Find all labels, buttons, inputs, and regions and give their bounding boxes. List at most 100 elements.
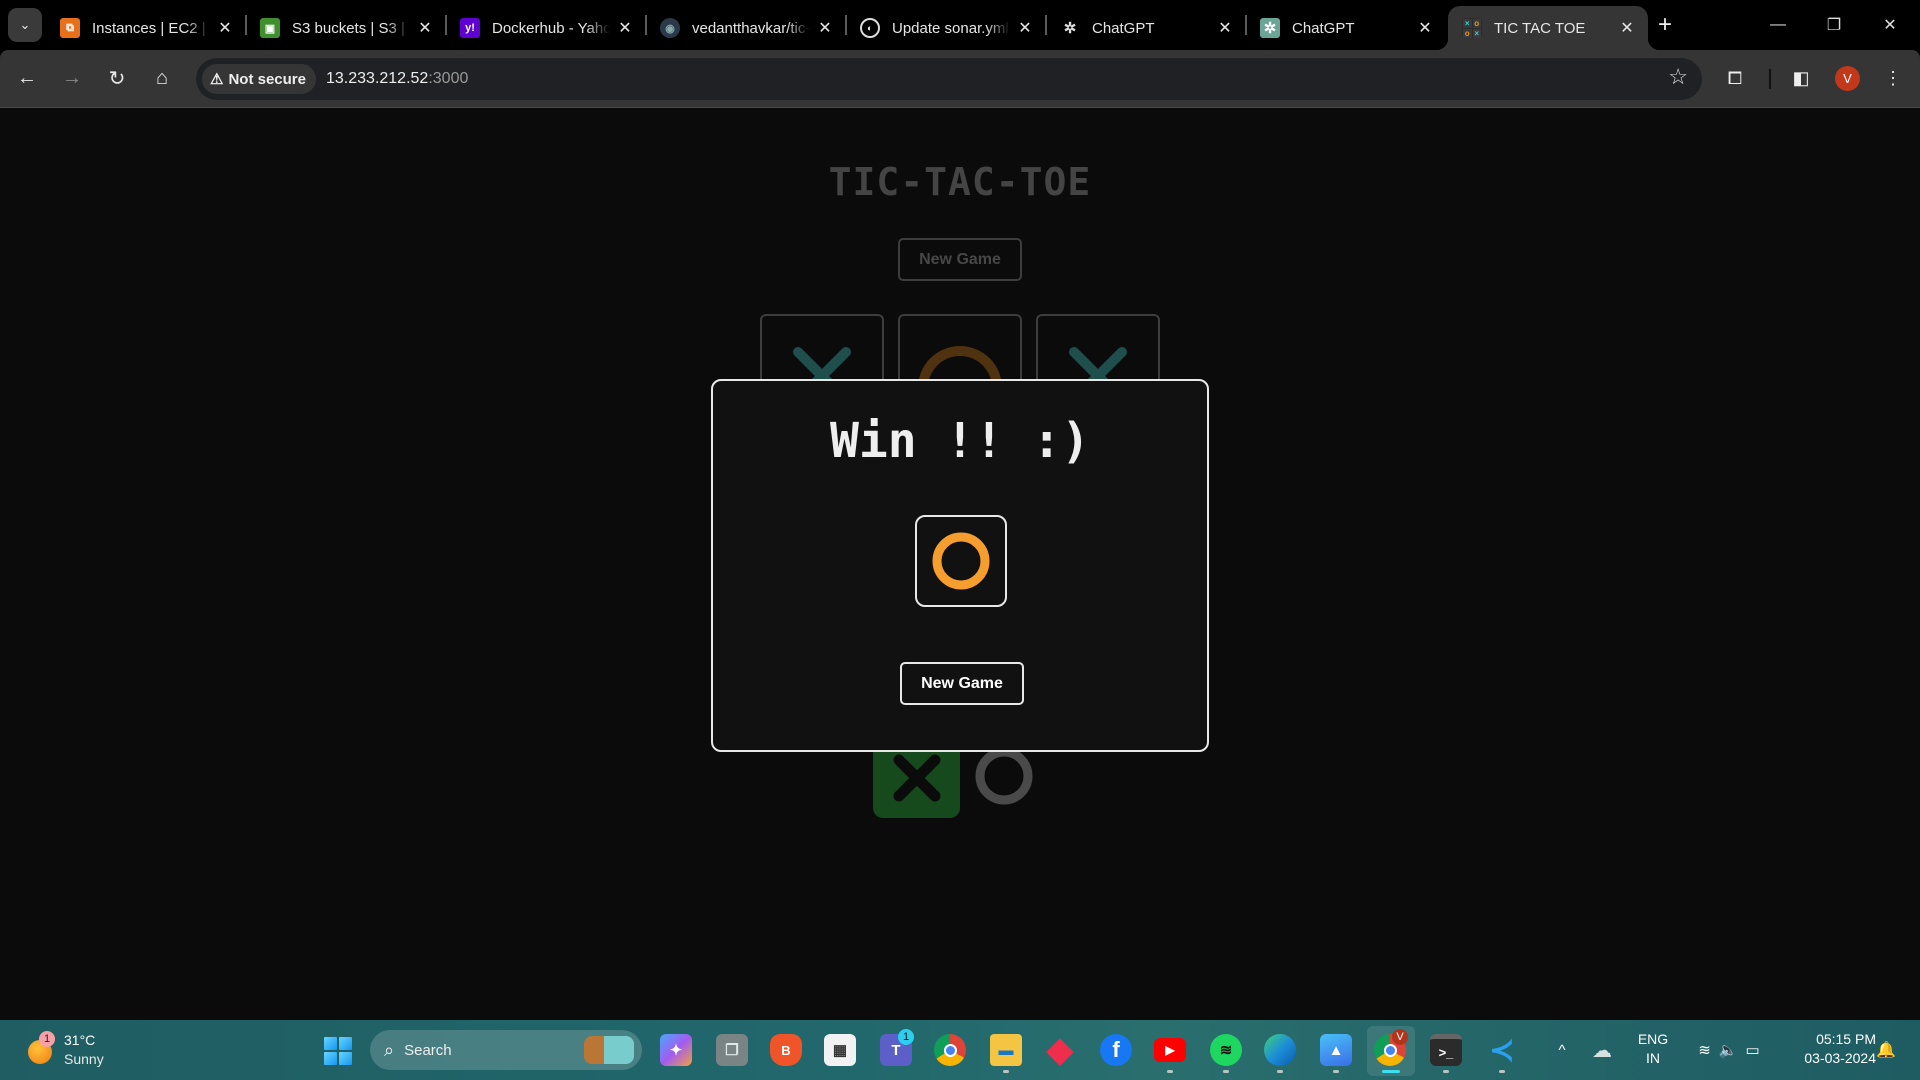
windows-logo-icon <box>324 1037 337 1050</box>
running-indicator <box>1223 1070 1229 1073</box>
close-icon[interactable]: ✕ <box>1618 18 1636 38</box>
bookmark-star-icon[interactable]: ☆ <box>1668 64 1688 90</box>
taskbar-app-chrome[interactable] <box>934 1034 966 1066</box>
running-indicator <box>1443 1070 1449 1073</box>
close-icon[interactable]: ✕ <box>1416 18 1434 38</box>
taskbar-app-anydesk[interactable]: ◆ <box>1044 1031 1076 1069</box>
close-window-button[interactable]: ✕ <box>1862 0 1918 50</box>
tab-tic-tac-toe[interactable]: × o o × TIC TAC TOE ✕ <box>1436 6 1660 50</box>
chrome-icon <box>1383 1043 1397 1057</box>
arrow-left-icon: ← <box>17 66 37 89</box>
close-icon[interactable]: ✕ <box>1216 18 1234 38</box>
taskbar-app-file-explorer[interactable]: ▬ <box>990 1034 1022 1066</box>
taskbar-app-copilot[interactable]: ✦ <box>660 1034 692 1066</box>
tab-chatgpt-2[interactable]: ✲ ChatGPT ✕ <box>1246 6 1446 50</box>
chatgpt-icon: ✲ <box>1060 18 1080 38</box>
running-indicator <box>1333 1070 1339 1073</box>
language-indicator[interactable]: ENG IN <box>1633 1030 1673 1068</box>
turn-indicator-o <box>972 747 1036 817</box>
quick-settings-button[interactable]: ≋ 🔈 ▭ <box>1684 1020 1774 1080</box>
tab-ec2-instances[interactable]: ⧉ Instances | EC2 | ap-south-1 ✕ <box>46 6 246 50</box>
profile-badge: V <box>1392 1029 1408 1045</box>
store-icon: ▦ <box>832 1042 848 1059</box>
taskbar-app-brave[interactable]: B <box>770 1034 802 1066</box>
taskbar-app-task-view[interactable]: ❐ <box>716 1034 748 1066</box>
tab-title: ChatGPT <box>1292 19 1355 37</box>
tab-title: Dockerhub - Yahoo Search <box>492 19 610 37</box>
notification-badge: 1 <box>898 1029 914 1045</box>
weather-badge: 1 <box>39 1031 55 1047</box>
new-tab-button[interactable]: + <box>1650 10 1680 40</box>
home-button[interactable]: ⌂ <box>145 61 179 95</box>
chevron-up-icon: ^ <box>1558 1041 1566 1059</box>
new-game-button-background[interactable]: New Game <box>898 238 1022 281</box>
close-icon[interactable]: ✕ <box>216 18 234 38</box>
facebook-icon: f <box>1112 1037 1120 1062</box>
tictactoe-icon: × o o × <box>1462 18 1482 38</box>
close-icon[interactable]: ✕ <box>416 18 434 38</box>
taskbar-app-youtube[interactable]: ▶ <box>1154 1038 1186 1062</box>
taskbar-app-spotify[interactable]: ≋ <box>1210 1034 1242 1066</box>
task-view-icon: ❐ <box>725 1042 739 1059</box>
show-hidden-icons-button[interactable]: ^ <box>1550 1020 1574 1080</box>
forward-button[interactable]: → <box>55 61 89 95</box>
taskbar-app-edge[interactable] <box>1264 1034 1296 1066</box>
new-game-button[interactable]: New Game <box>900 662 1024 705</box>
github-icon: ◐ <box>860 18 880 38</box>
taskbar-app-store[interactable]: ▦ <box>824 1034 856 1066</box>
close-icon[interactable]: ✕ <box>1016 18 1034 38</box>
extensions-button[interactable]: ⧠ <box>1720 63 1750 93</box>
reload-button[interactable]: ↻ <box>100 61 134 95</box>
docker-icon: ◉ <box>660 18 680 38</box>
profile-avatar[interactable]: V <box>1835 66 1860 91</box>
yahoo-icon: y! <box>460 18 480 38</box>
chatgpt-icon: ✲ <box>1260 18 1280 38</box>
address-bar[interactable]: ⚠ Not secure 13.233.212.52:3000 ☆ <box>196 58 1702 100</box>
tab-title: Instances | EC2 | ap-south-1 <box>92 19 210 37</box>
turn-indicator-x <box>873 752 960 818</box>
start-button[interactable] <box>324 1037 352 1065</box>
game-title: TIC-TAC-TOE <box>828 160 1092 204</box>
tab-docker-repo[interactable]: ◉ vedantthavkar/tic-tac-toe ✕ <box>646 6 846 50</box>
terminal-icon: >_ <box>1438 1045 1454 1060</box>
browser-menu-button[interactable]: ⋮ <box>1878 63 1908 93</box>
running-indicator <box>1277 1070 1283 1073</box>
weather-condition: Sunny <box>64 1051 104 1067</box>
running-indicator <box>1167 1070 1173 1073</box>
kebab-menu-icon: ⋮ <box>1884 67 1902 88</box>
taskbar-app-facebook[interactable]: f <box>1100 1034 1132 1066</box>
wifi-icon: ≋ <box>1698 1042 1711 1059</box>
tab-dockerhub-yahoo[interactable]: y! Dockerhub - Yahoo Search ✕ <box>446 6 646 50</box>
close-icon[interactable]: ✕ <box>616 18 634 38</box>
running-indicator <box>1499 1070 1505 1073</box>
aws-s3-icon: ▣ <box>260 18 280 38</box>
close-icon[interactable]: ✕ <box>816 18 834 38</box>
taskbar-app-photos[interactable]: ▲ <box>1320 1034 1352 1066</box>
taskbar-app-terminal[interactable]: >_ <box>1430 1034 1462 1066</box>
clock-time: 05:15 PM <box>1816 1031 1876 1047</box>
tab-github-sonar[interactable]: ◐ Update sonar.yml ✕ <box>846 6 1046 50</box>
onedrive-button[interactable]: ☁ <box>1588 1020 1616 1080</box>
minimize-button[interactable]: — <box>1750 0 1806 50</box>
notifications-button[interactable]: 🔔 <box>1872 1020 1900 1080</box>
clock[interactable]: 05:15 PM 03-03-2024 <box>1780 1030 1876 1068</box>
tab-chatgpt-1[interactable]: ✲ ChatGPT ✕ <box>1046 6 1246 50</box>
tab-title: TIC TAC TOE <box>1494 19 1586 37</box>
language-code: ENG <box>1637 1031 1669 1047</box>
back-button[interactable]: ← <box>10 61 44 95</box>
restore-button[interactable]: ❐ <box>1806 0 1862 50</box>
puzzle-icon: ⧠ <box>1727 67 1743 88</box>
side-panel-button[interactable]: ◧ <box>1786 63 1816 93</box>
search-icon: ⌕ <box>384 1039 395 1060</box>
windows-logo-icon <box>339 1052 352 1065</box>
weather-widget[interactable]: 1 31°C Sunny <box>26 1028 146 1072</box>
reload-icon: ↻ <box>108 67 126 90</box>
url-text[interactable]: 13.233.212.52:3000 <box>326 58 468 100</box>
taskbar-app-vscode[interactable]: ≺ <box>1486 1034 1518 1067</box>
tab-search-button[interactable]: ⌄ <box>8 8 42 42</box>
url-host: 13.233.212.52 <box>326 70 429 87</box>
taskbar-search[interactable]: ⌕ Search <box>370 1030 642 1070</box>
tab-s3-buckets[interactable]: ▣ S3 buckets | S3 | S3 ✕ <box>246 6 446 50</box>
page-content: TIC-TAC-TOE New Game Win !! :) New Game <box>0 108 1920 1020</box>
security-indicator[interactable]: ⚠ Not secure <box>202 64 316 94</box>
